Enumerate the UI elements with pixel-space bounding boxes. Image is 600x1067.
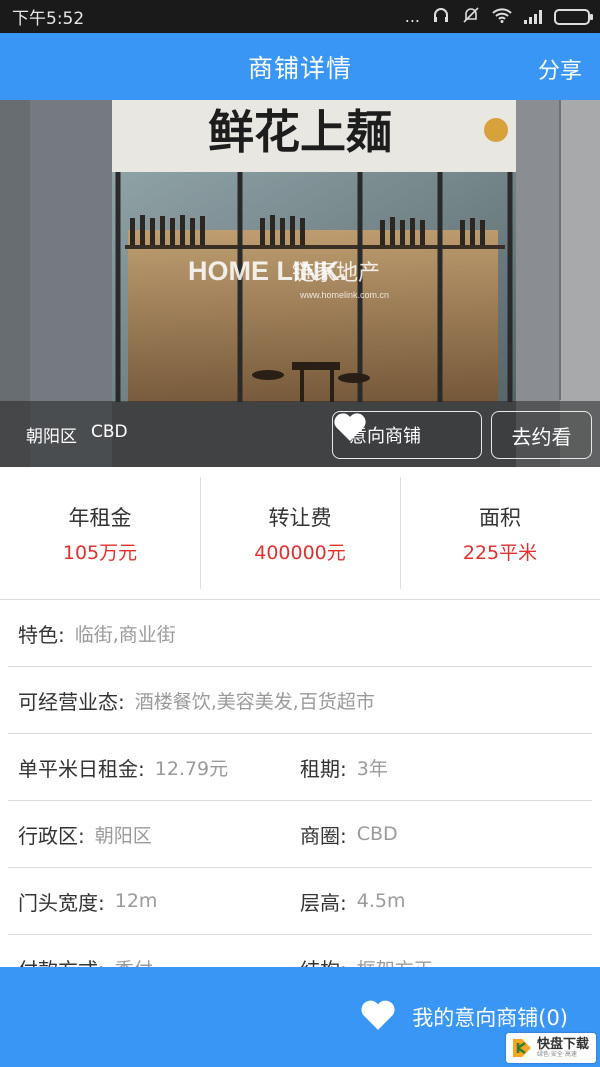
detail-key: 行政区:: [18, 823, 85, 848]
wifi-icon: [492, 7, 512, 27]
book-visit-button[interactable]: 去约看: [491, 411, 592, 459]
shop-details: 特色: 临街,商业街 可经营业态: 酒楼餐饮,美容美发,百货超市 单平米日租金:…: [0, 600, 600, 1002]
site-watermark: 快盘下载 绿色·安全·高速: [506, 1033, 596, 1063]
page-title: 商铺详情: [247, 53, 352, 83]
detail-value: 朝阳区: [94, 824, 152, 847]
muted-bell-icon: [462, 6, 480, 28]
shop-sign-text: 鲜花上麺: [208, 105, 392, 159]
photo-watermark-url: www.homelink.com.cn: [299, 290, 389, 300]
detail-key: 门头宽度:: [18, 890, 105, 915]
detail-key: 可经营业态:: [18, 689, 125, 714]
favorite-shop-button[interactable]: 意向商铺: [332, 411, 482, 459]
status-icons: ...: [404, 6, 593, 28]
detail-key: 单平米日租金:: [18, 756, 145, 781]
stat-label: 转让费: [268, 505, 332, 530]
battery-icon: [554, 8, 593, 25]
my-favorite-shops-label: 我的意向商铺(0): [412, 1006, 568, 1030]
watermark-text: 快盘下载: [537, 1036, 590, 1052]
detail-row-district-circle: 行政区: 朝阳区 商圈: CBD: [8, 801, 592, 868]
detail-key: 特色:: [18, 622, 65, 647]
signal-icon: [524, 9, 542, 24]
headphones-icon: [432, 6, 450, 28]
district-tag: 朝阳区: [26, 426, 77, 447]
watermark-text-block: 快盘下载 绿色·安全·高速: [537, 1036, 590, 1058]
key-stats: 年租金 105万元 转让费 400000元 面积 225平米: [0, 467, 600, 600]
detail-row-features: 特色: 临街,商业街: [8, 600, 592, 667]
detail-key: 商圈:: [300, 823, 347, 848]
stat-transfer-fee: 转让费 400000元: [200, 467, 400, 599]
stat-value: 225平米: [462, 541, 538, 564]
detail-row-business-types: 可经营业态: 酒楼餐饮,美容美发,百货超市: [8, 667, 592, 734]
detail-value: 12m: [114, 890, 158, 912]
share-button[interactable]: 分享: [538, 53, 582, 85]
stat-value: 400000元: [254, 541, 346, 564]
detail-key: 租期:: [300, 756, 347, 781]
watermark-logo-icon: [513, 1039, 531, 1057]
stat-value: 105万元: [62, 541, 138, 564]
detail-value: CBD: [356, 823, 398, 845]
watermark-sub: 绿色·安全·高速: [537, 1050, 577, 1058]
detail-value: 12.79元: [154, 757, 229, 780]
shop-photo[interactable]: 鲜花上麺 HOME LINK. 链家地产 www.homelink.com.cn…: [0, 100, 600, 467]
stat-annual-rent: 年租金 105万元: [0, 467, 200, 599]
stat-area: 面积 225平米: [400, 467, 600, 599]
detail-row-rent-term: 单平米日租金: 12.79元 租期: 3年: [8, 734, 592, 801]
heart-icon: [360, 999, 396, 1036]
location-tags: 朝阳区 CBD: [26, 422, 128, 447]
detail-value: 4.5m: [356, 890, 406, 912]
detail-key: 层高:: [300, 890, 347, 915]
my-favorite-shops-button[interactable]: 我的意向商铺(0): [360, 999, 568, 1036]
status-bar: 下午5:52 ...: [0, 0, 600, 33]
detail-value: 临街,商业街: [74, 623, 176, 646]
detail-value: 酒楼餐饮,美容美发,百货超市: [134, 690, 375, 713]
stat-label: 年租金: [68, 505, 132, 530]
status-time: 下午5:52: [12, 9, 85, 29]
photo-watermark-cn: 链家地产: [292, 261, 380, 286]
area-tag: CBD: [91, 421, 128, 442]
hero-info-bar: 朝阳区 CBD 意向商铺 去约看: [0, 401, 600, 467]
more-dots-icon: ...: [404, 7, 420, 26]
stat-label: 面积: [479, 505, 521, 530]
header-bar: 商铺详情 分享: [0, 33, 600, 100]
detail-value: 3年: [356, 757, 388, 780]
detail-row-width-height: 门头宽度: 12m 层高: 4.5m: [8, 868, 592, 935]
